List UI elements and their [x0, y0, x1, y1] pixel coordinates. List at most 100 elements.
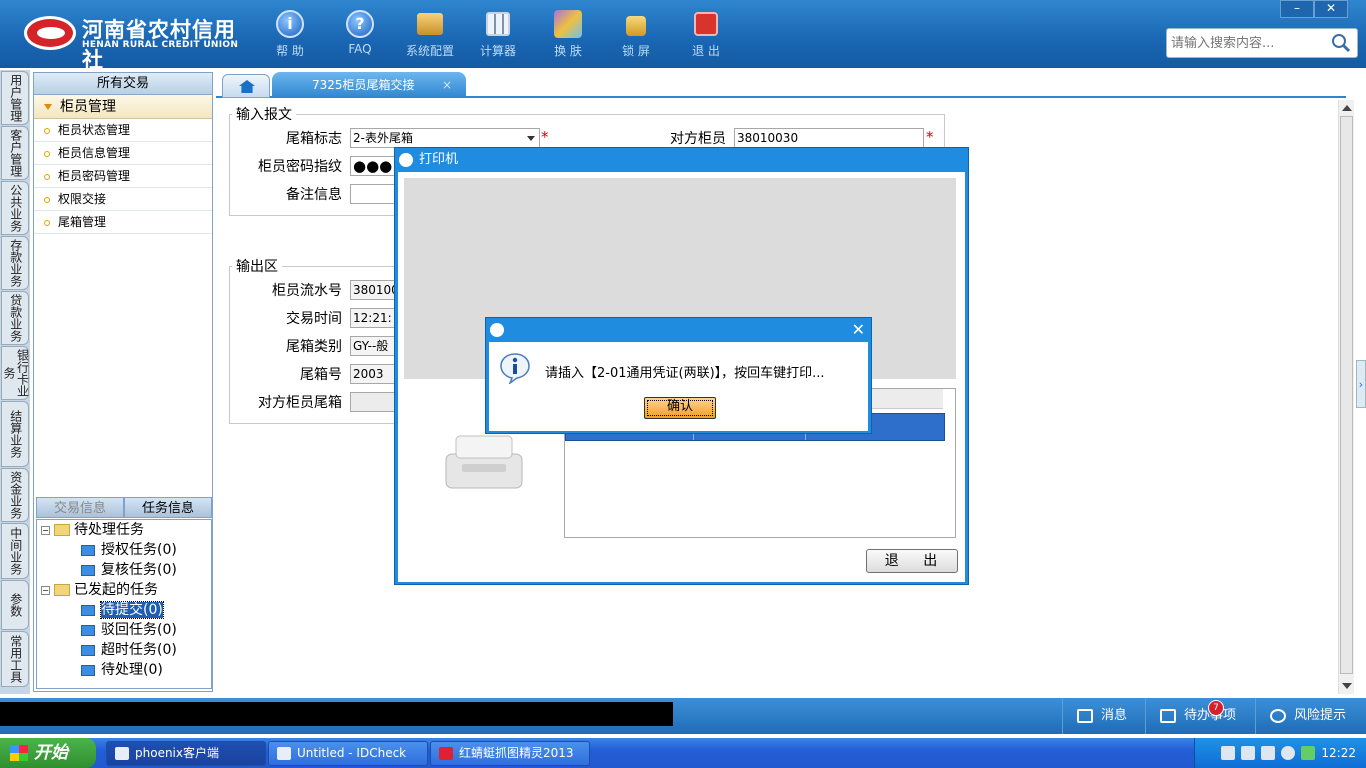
- triangle-down-icon: [44, 104, 52, 110]
- collapse-icon[interactable]: −: [41, 585, 50, 595]
- task-icon: [81, 564, 95, 576]
- keyboard-icon[interactable]: [1221, 746, 1235, 760]
- expand-panel-handle[interactable]: ›: [1356, 360, 1366, 408]
- tab-box-handover[interactable]: 7325柜员尾箱交接 ×: [272, 72, 466, 98]
- rail-tab-settlement[interactable]: 结算业务: [1, 401, 29, 467]
- info-icon: i: [276, 10, 304, 38]
- tree-node-authorize[interactable]: 授权任务(0): [41, 540, 211, 560]
- collapse-icon[interactable]: −: [41, 525, 50, 535]
- tree-node-timeout[interactable]: 超时任务(0): [41, 640, 211, 660]
- search-icon[interactable]: [1331, 33, 1351, 53]
- search-input[interactable]: [1167, 29, 1325, 57]
- rail-tab-customer[interactable]: 客户管理: [1, 126, 29, 180]
- taskbar-item-idcheck[interactable]: Untitled - IDCheck: [268, 741, 428, 766]
- scroll-down-icon[interactable]: [1342, 683, 1352, 689]
- search-box: [1166, 28, 1358, 58]
- task-pane: 交易信息 任务信息 − 待处理任务 授权任务(0) 复核任务(0) − 已发起的任务…: [36, 497, 212, 691]
- sidebar-item-teller-status[interactable]: 柜员状态管理: [34, 119, 212, 142]
- time-label: 交易时间: [286, 311, 342, 327]
- app-window: 河南省农村信用社 HENAN RURAL CREDIT UNION i 帮 助 …: [0, 0, 1366, 768]
- rail-tab-bankcard[interactable]: 银行卡业务: [1, 346, 30, 400]
- tree-node-pending[interactable]: − 待处理任务: [41, 520, 211, 540]
- calculator-icon: [486, 12, 510, 36]
- logo: 河南省农村信用社 HENAN RURAL CREDIT UNION: [24, 12, 239, 72]
- lock-icon: [626, 16, 646, 36]
- rail-tab-intermediary[interactable]: 中间业务: [1, 523, 29, 579]
- rail-tab-deposit[interactable]: 存款业务: [1, 236, 29, 290]
- scroll-thumb[interactable]: [1340, 116, 1353, 674]
- tree-node-to-process[interactable]: 待处理(0): [41, 660, 211, 680]
- tree-node-to-submit[interactable]: 待提交(0): [41, 600, 211, 620]
- confirm-button[interactable]: 确认: [644, 397, 716, 419]
- window-controls: – ✕: [1280, 0, 1348, 18]
- tab-home[interactable]: [222, 74, 270, 98]
- sidebar-item-teller-password[interactable]: 柜员密码管理: [34, 165, 212, 188]
- calculator-button[interactable]: 计算器: [470, 10, 526, 62]
- app-icon: [490, 323, 504, 337]
- tree-node-initiated[interactable]: − 已发起的任务: [41, 580, 211, 600]
- toolbox-icon: [417, 13, 443, 35]
- input-section-legend: 输入报文: [236, 107, 292, 123]
- network-icon[interactable]: [1261, 746, 1275, 760]
- dialog-titlebar[interactable]: ✕: [486, 318, 871, 342]
- sidebar-header[interactable]: 所有交易: [34, 73, 212, 95]
- system-config-button[interactable]: 系统配置: [402, 10, 458, 62]
- folder-icon: [54, 584, 70, 596]
- back-icon[interactable]: [1281, 746, 1295, 760]
- minimize-button[interactable]: –: [1280, 0, 1314, 18]
- rail-tab-public[interactable]: 公共业务: [1, 181, 29, 235]
- sidebar-group-teller[interactable]: 柜员管理: [34, 95, 212, 119]
- rail-tab-user[interactable]: 用户管理: [1, 71, 29, 125]
- sidebar-item-teller-info[interactable]: 柜员信息管理: [34, 142, 212, 165]
- printer-titlebar[interactable]: 打印机: [395, 148, 968, 172]
- task-icon: [81, 644, 95, 656]
- sidebar-item-permission-handover[interactable]: 权限交接: [34, 188, 212, 211]
- close-window-button[interactable]: ✕: [1314, 0, 1348, 18]
- rail-tab-funds[interactable]: 资金业务: [1, 468, 29, 522]
- taskbar-item-screenshot-tool[interactable]: 红蜻蜓抓图精灵2013: [430, 741, 590, 766]
- module-rail: 用户管理 客户管理 公共业务 存款业务 贷款业务 银行卡业务 结算业务 资金业务…: [0, 70, 30, 694]
- rail-tab-tools[interactable]: 常用工具: [1, 631, 29, 687]
- skin-button[interactable]: 换 肤: [540, 10, 596, 62]
- vertical-scrollbar[interactable]: [1338, 100, 1354, 694]
- os-taskbar: 开始 phoenix客户端 Untitled - IDCheck 红蜻蜓抓图精灵…: [0, 738, 1366, 768]
- dialog-body: 请插入【2-01通用凭证(两联)】，按回车键打印... 确认: [489, 342, 868, 431]
- risk-alert-button[interactable]: 风险提示: [1255, 698, 1366, 734]
- home-icon: [239, 80, 255, 93]
- todo-button[interactable]: 待办事项 7: [1145, 698, 1251, 734]
- task-icon: [81, 624, 95, 636]
- box-flag-select[interactable]: 2-表外尾箱: [350, 128, 540, 148]
- help-button[interactable]: i 帮 助: [262, 10, 318, 62]
- windows-logo-icon: [10, 745, 28, 761]
- taskbar-item-phoenix[interactable]: phoenix客户端: [106, 741, 266, 766]
- lock-screen-button[interactable]: 锁 屏: [608, 10, 664, 62]
- help-icon[interactable]: [1241, 746, 1255, 760]
- app-icon: [277, 747, 291, 760]
- task-icon: [81, 544, 95, 556]
- exit-button[interactable]: 退 出: [678, 10, 734, 62]
- sidebar-item-box-management[interactable]: 尾箱管理: [34, 211, 212, 234]
- tab-transaction-info[interactable]: 交易信息: [36, 497, 124, 518]
- faq-button[interactable]: ? FAQ: [332, 10, 388, 62]
- rail-tab-params[interactable]: 参数: [1, 580, 29, 630]
- app-icon: [399, 153, 413, 167]
- printer-icon: [445, 435, 523, 489]
- task-pane-tabs: 交易信息 任务信息: [36, 497, 212, 518]
- mail-icon: [1077, 708, 1093, 723]
- start-button[interactable]: 开始: [0, 738, 96, 768]
- printer-exit-button[interactable]: 退 出: [866, 549, 958, 573]
- tab-close-button[interactable]: ×: [442, 72, 452, 98]
- tree-node-review[interactable]: 复核任务(0): [41, 560, 211, 580]
- messages-button[interactable]: 消息: [1062, 698, 1140, 734]
- message-dialog: ✕ 请插入【2-01通用凭证(两联)】，按回车键打印... 确认: [485, 317, 872, 434]
- vbox-icon[interactable]: [1301, 746, 1315, 760]
- rail-tab-loan[interactable]: 贷款业务: [1, 291, 29, 345]
- tab-task-info[interactable]: 任务信息: [124, 497, 212, 518]
- scroll-up-icon[interactable]: [1342, 105, 1352, 111]
- required-mark: *: [541, 128, 549, 146]
- tree-node-rejected[interactable]: 驳回任务(0): [41, 620, 211, 640]
- counter-teller-input[interactable]: 38010030: [734, 128, 924, 148]
- serial-label: 柜员流水号: [272, 283, 342, 299]
- dialog-close-button[interactable]: ✕: [852, 320, 865, 340]
- app-icon: [439, 747, 453, 760]
